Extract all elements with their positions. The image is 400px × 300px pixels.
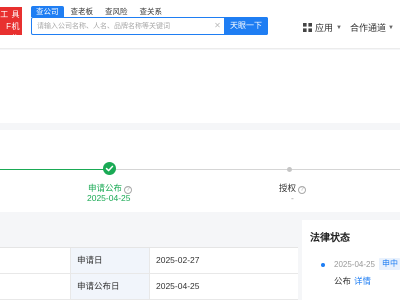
step-publish-label: 申请公布 [88, 183, 123, 193]
logo-line-1: 工 具 [0, 10, 20, 19]
legal-entry-date: 2025-04-25 [334, 260, 375, 269]
timeline-node-pending [287, 167, 292, 172]
step-grant-label: 授权 [279, 183, 297, 193]
apps-grid-icon [303, 23, 312, 32]
site-logo[interactable]: 工 具 F机构 [0, 7, 22, 43]
step-grant-date: - [291, 193, 294, 203]
logo-line-2: F机构 [6, 22, 20, 43]
tab-company[interactable]: 查公司 [31, 6, 64, 17]
nav-apps[interactable]: 应用 ▼ [303, 21, 342, 34]
search-button[interactable]: 天眼一下 [224, 17, 268, 35]
help-icon[interactable]: ? [298, 186, 307, 194]
nav-apps-label: 应用 [315, 23, 334, 33]
timeline-progress-done [0, 169, 110, 170]
step-publish-date: 2025-04-25 [87, 193, 131, 203]
legal-status-badge: 申中 [379, 258, 400, 270]
legal-entry: 公布 详情 [334, 275, 371, 287]
search-box: ✕ 天眼一下 [31, 17, 268, 35]
search-input[interactable] [32, 18, 217, 34]
content-panel-top [0, 50, 400, 123]
tab-boss[interactable]: 查老板 [66, 6, 99, 17]
legal-status-title: 法律状态 [310, 233, 350, 244]
chevron-down-icon: ▼ [336, 24, 342, 31]
table-value: 2025-02-27 [156, 255, 200, 265]
search-tabs: 查公司 查老板 查风险 查关系 [31, 6, 167, 17]
top-header: 工 具 F机构 查公司 查老板 查风险 查关系 ✕ 天眼一下 应用 ▼ 合作通道… [0, 0, 400, 49]
table-key: 申请日 [70, 248, 150, 273]
clear-icon[interactable]: ✕ [213, 21, 222, 30]
info-table: 申请日 2025-02-27 申请公布日 2025-04-25 [0, 247, 298, 300]
chevron-down-icon: ▼ [388, 24, 394, 31]
tab-relation[interactable]: 查关系 [135, 6, 168, 17]
timeline-progress-pending [110, 169, 400, 170]
legal-detail-link[interactable]: 详情 [354, 276, 371, 286]
table-row: 申请公布日 2025-04-25 [0, 274, 298, 300]
nav-coop[interactable]: 合作通道 ▼ [350, 21, 394, 34]
timeline-panel [0, 130, 400, 212]
legal-timeline-dot [321, 263, 325, 267]
table-row: 申请日 2025-02-27 [0, 248, 298, 274]
table-key: 申请公布日 [70, 274, 150, 299]
tab-risk[interactable]: 查风险 [100, 6, 133, 17]
nav-coop-label: 合作通道 [350, 23, 387, 33]
check-icon [103, 162, 116, 175]
legal-entry-text: 公布 [334, 276, 352, 286]
table-value: 2025-04-25 [156, 281, 200, 291]
